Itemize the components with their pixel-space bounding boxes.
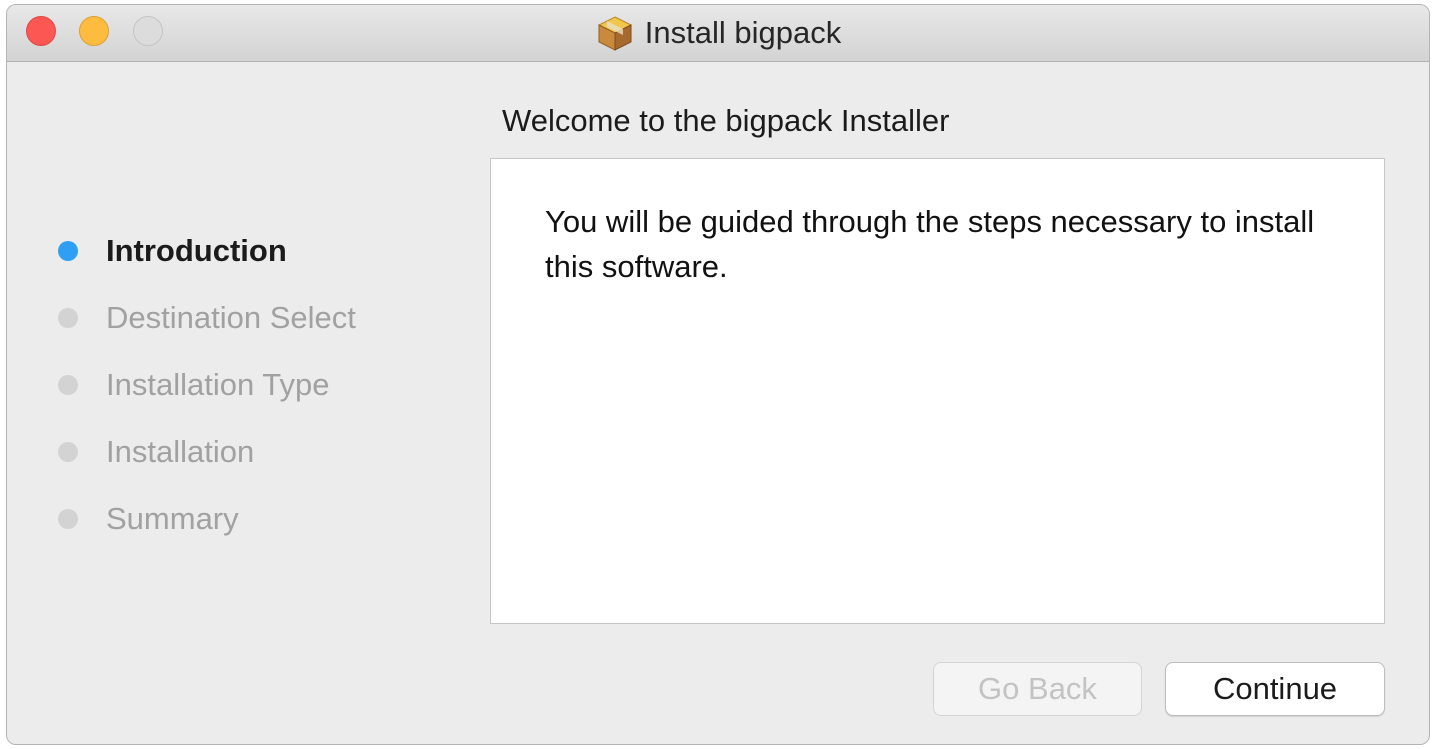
title-bar[interactable]: Install bigpack: [7, 5, 1429, 62]
installer-steps: Introduction Destination Select Installa…: [7, 217, 477, 552]
step-installation: Installation: [7, 418, 477, 485]
window-title-group: Install bigpack: [7, 5, 1429, 61]
step-label: Summary: [106, 500, 239, 536]
step-label: Installation Type: [106, 366, 330, 402]
step-label: Installation: [106, 433, 255, 469]
step-indicator-dot: [58, 441, 78, 462]
installer-window: Install bigpack Welcome to the bigpack I…: [6, 4, 1430, 745]
window-title: Install bigpack: [644, 15, 842, 50]
step-indicator-dot: [58, 374, 78, 395]
page-title: Welcome to the bigpack Installer: [502, 103, 950, 138]
step-indicator-dot: [58, 508, 78, 529]
step-introduction: Introduction: [7, 217, 477, 284]
step-destination-select: Destination Select: [7, 284, 477, 351]
intro-text: You will be guided through the steps nec…: [545, 204, 1315, 284]
step-summary: Summary: [7, 485, 477, 552]
step-label: Destination Select: [106, 299, 356, 335]
step-indicator-dot: [58, 307, 78, 328]
step-installation-type: Installation Type: [7, 351, 477, 418]
continue-button[interactable]: Continue: [1165, 662, 1385, 716]
package-icon: [597, 16, 632, 51]
content-panel: You will be guided through the steps nec…: [490, 158, 1385, 624]
step-indicator-dot: [58, 240, 78, 261]
go-back-button[interactable]: Go Back: [933, 662, 1142, 716]
step-label: Introduction: [106, 232, 287, 268]
